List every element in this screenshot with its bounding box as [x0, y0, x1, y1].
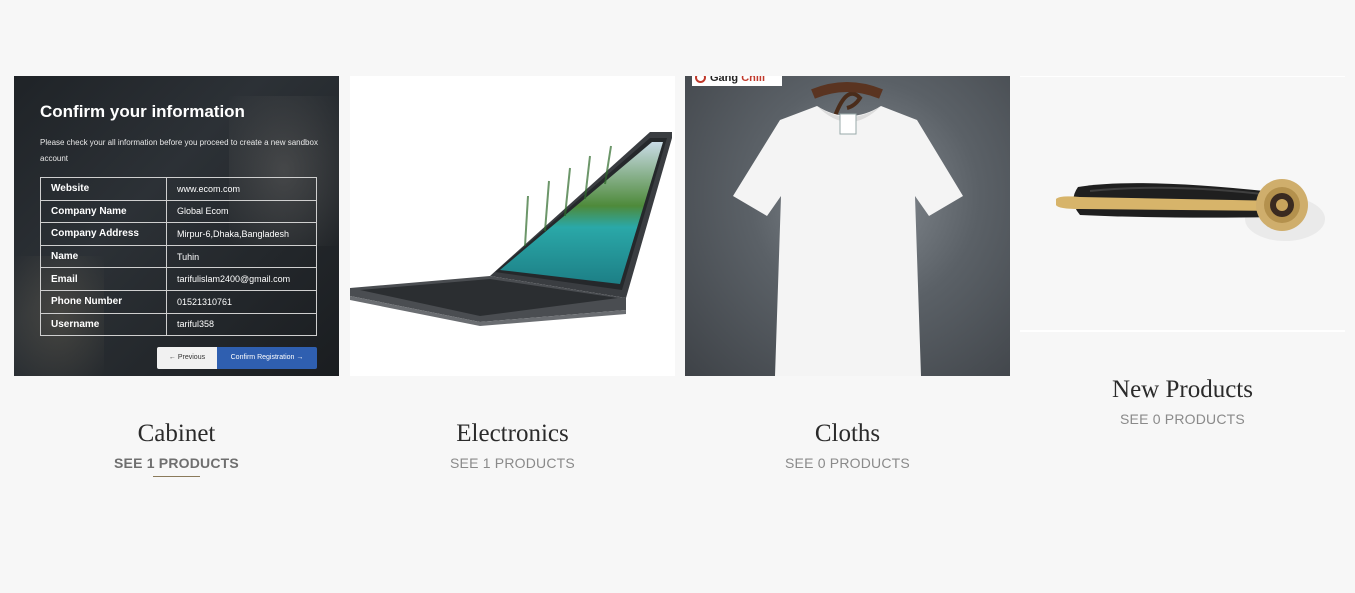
table-cell-key: Username [40, 312, 167, 337]
see-products-link[interactable]: SEE 0 PRODUCTS [1020, 411, 1345, 427]
category-card-new-products[interactable]: New Products SEE 0 PRODUCTS [1020, 76, 1345, 486]
table-row: Website www.ecom.com [40, 177, 317, 201]
category-image-electronics[interactable] [350, 76, 675, 376]
brand-logo: Gang Chili [692, 76, 782, 86]
table-cell-key: Name [40, 244, 167, 269]
table-cell-key: Company Name [40, 199, 167, 224]
brand-text: Gang [710, 76, 739, 84]
table-row: Name Tuhin [40, 244, 317, 269]
category-grid: Confirm your information Please check yo… [0, 0, 1355, 593]
table-cell-key: Email [40, 267, 167, 291]
see-products-link[interactable]: SEE 1 PRODUCTS [350, 455, 675, 471]
screenshot-confirm-button: Confirm Registration → [217, 347, 317, 369]
table-cell-key: Company Address [40, 222, 167, 246]
table-cell-value: tarifulislam2400@gmail.com [166, 267, 317, 291]
category-card-cloths[interactable]: Gang Chili Cloths SEE 0 PRODUCTS [685, 76, 1010, 486]
table-cell-key: Website [40, 177, 167, 201]
table-cell-value: tariful358 [166, 312, 317, 337]
brand-text-accent: Chili [741, 76, 766, 84]
screenshot-info-table: Website www.ecom.com Company Name Global E… [40, 177, 317, 337]
brand-logo-icon [695, 76, 706, 83]
active-link-underline [153, 476, 200, 477]
category-image-cabinet[interactable]: Confirm your information Please check yo… [14, 76, 339, 376]
table-row: Phone Number 01521310761 [40, 289, 317, 314]
tshirt-image [733, 82, 963, 376]
see-products-link[interactable]: SEE 1 PRODUCTS [14, 455, 339, 471]
category-image-cloths[interactable]: Gang Chili [685, 76, 1010, 376]
category-title[interactable]: Electronics [350, 420, 675, 448]
category-card-cabinet[interactable]: Confirm your information Please check yo… [14, 76, 339, 486]
laptop-image [350, 132, 672, 326]
screenshot-heading: Confirm your information [40, 102, 245, 121]
table-row: Username tariful358 [40, 312, 317, 337]
screenshot-description: Please check your all information before… [40, 138, 318, 163]
category-card-electronics[interactable]: Electronics SEE 1 PRODUCTS [350, 76, 675, 486]
category-image-new-products[interactable] [1020, 76, 1345, 332]
category-title[interactable]: Cabinet [14, 420, 339, 448]
table-cell-value: Global Ecom [166, 199, 317, 224]
table-row: Email tarifulislam2400@gmail.com [40, 267, 317, 291]
table-cell-key: Phone Number [40, 289, 167, 314]
table-cell-value: 01521310761 [166, 289, 317, 314]
table-cell-value: Mirpur-6,Dhaka,Bangladesh [166, 222, 317, 246]
table-row: Company Address Mirpur-6,Dhaka,Bangladesh [40, 222, 317, 246]
table-cell-value: Tuhin [166, 244, 317, 269]
table-row: Company Name Global Ecom [40, 199, 317, 224]
door-handle-image [1056, 179, 1325, 241]
category-title[interactable]: New Products [1020, 376, 1345, 404]
table-cell-value: www.ecom.com [166, 177, 317, 201]
see-products-link[interactable]: SEE 0 PRODUCTS [685, 455, 1010, 471]
category-title[interactable]: Cloths [685, 420, 1010, 448]
screenshot-previous-button: ← Previous [157, 347, 217, 369]
